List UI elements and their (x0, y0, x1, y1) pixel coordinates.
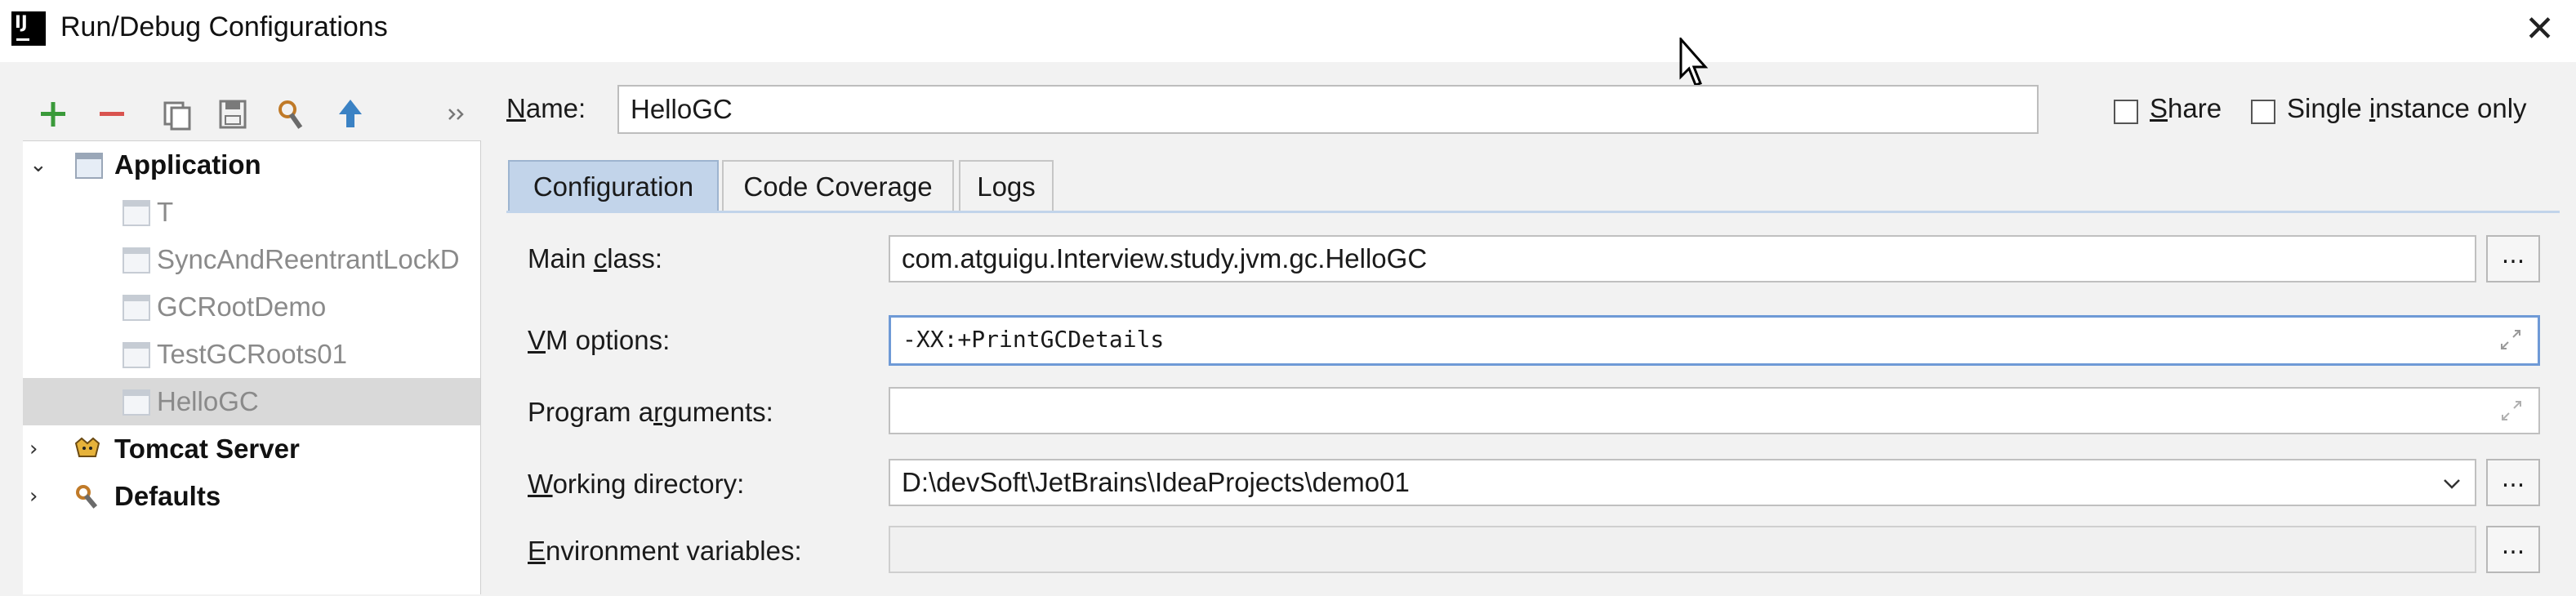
more-icon[interactable] (441, 90, 474, 139)
move-up-icon[interactable] (330, 90, 371, 139)
tree-item-label: HelloGC (157, 386, 259, 416)
chevron-right-icon[interactable]: › (29, 438, 47, 460)
program-arguments-input[interactable] (889, 387, 2540, 434)
copy-icon[interactable] (157, 90, 198, 139)
application-config-icon (123, 342, 150, 368)
tree-item-gcrootdemo[interactable]: GCRootDemo (23, 283, 480, 331)
tree-item-label: TestGCRoots01 (157, 339, 347, 369)
mouse-cursor-icon (1679, 38, 1709, 87)
main-class-browse-button[interactable]: ... (2486, 235, 2540, 282)
tree-item-testgcroots01[interactable]: TestGCRoots01 (23, 331, 480, 378)
tree-item-label: SyncAndReentrantLockD (157, 244, 460, 274)
working-directory-input[interactable]: D:\devSoft\JetBrains\IdeaProjects\demo01 (889, 459, 2476, 506)
config-toolbar (26, 90, 484, 139)
intellij-logo-icon: IJ (11, 11, 46, 46)
tab-logs[interactable]: Logs (959, 160, 1054, 211)
remove-icon[interactable] (91, 90, 132, 139)
working-directory-label: Working directory: (528, 469, 745, 499)
tree-item-syncandreentrantlock[interactable]: SyncAndReentrantLockD (23, 236, 480, 283)
main-class-input[interactable]: com.atguigu.Interview.study.jvm.gc.Hello… (889, 235, 2476, 282)
tree-item-application[interactable]: ⌄ Application (23, 141, 480, 189)
add-icon[interactable] (33, 90, 74, 139)
working-directory-browse-button[interactable]: ... (2486, 459, 2540, 506)
share-label: Share (2150, 93, 2222, 123)
chevron-down-icon[interactable] (2442, 474, 2462, 493)
expand-icon[interactable] (2498, 327, 2523, 352)
expand-icon[interactable] (2499, 398, 2524, 423)
defaults-wrench-icon (76, 485, 98, 509)
configuration-tree[interactable]: ⌄ Application T SyncAndReentrantLockD GC… (23, 140, 481, 594)
tree-item-label: Defaults (114, 481, 221, 511)
share-checkbox[interactable] (2114, 100, 2138, 124)
program-arguments-label: Program arguments: (528, 397, 773, 427)
save-icon[interactable] (212, 90, 253, 139)
environment-variables-input[interactable] (889, 526, 2476, 573)
tomcat-icon (74, 437, 100, 457)
single-instance-checkbox[interactable] (2251, 100, 2275, 124)
window-title: Run/Debug Configurations (60, 11, 388, 42)
environment-variables-label: Environment variables: (528, 536, 802, 566)
application-config-icon (123, 295, 150, 321)
tree-item-label: T (157, 197, 174, 227)
title-bar: IJ Run/Debug Configurations ✕ (0, 0, 2576, 62)
tree-item-label: Tomcat Server (114, 434, 300, 464)
tab-code-coverage[interactable]: Code Coverage (722, 160, 954, 211)
application-config-icon (123, 389, 150, 416)
vm-options-input[interactable]: -XX:+PrintGCDetails (889, 315, 2540, 366)
close-icon[interactable]: ✕ (2525, 8, 2555, 50)
vm-options-label: VM options: (528, 325, 671, 355)
chevron-right-icon[interactable]: › (29, 486, 47, 507)
chevron-down-icon[interactable]: ⌄ (29, 154, 47, 176)
single-instance-label: Single instance only (2287, 93, 2527, 123)
tab-configuration[interactable]: Configuration (508, 160, 719, 211)
environment-variables-browse-button[interactable]: ... (2486, 526, 2540, 573)
tree-item-label: GCRootDemo (157, 291, 327, 322)
application-config-icon (123, 247, 150, 274)
tree-item-t[interactable]: T (23, 189, 480, 236)
tree-item-hellogc[interactable]: HelloGC (23, 378, 480, 425)
tree-item-defaults[interactable]: › Defaults (23, 473, 480, 520)
application-config-icon (123, 200, 150, 226)
name-input[interactable]: HelloGC (617, 85, 2039, 134)
edit-defaults-icon[interactable] (271, 90, 312, 139)
application-icon (75, 153, 103, 179)
tree-item-tomcat-server[interactable]: › Tomcat Server (23, 425, 480, 473)
main-class-label: Main class: (528, 243, 663, 274)
vm-options-value: -XX:+PrintGCDetails (902, 326, 1165, 353)
tree-item-label: Application (114, 149, 261, 180)
name-label: Name: (506, 93, 586, 123)
